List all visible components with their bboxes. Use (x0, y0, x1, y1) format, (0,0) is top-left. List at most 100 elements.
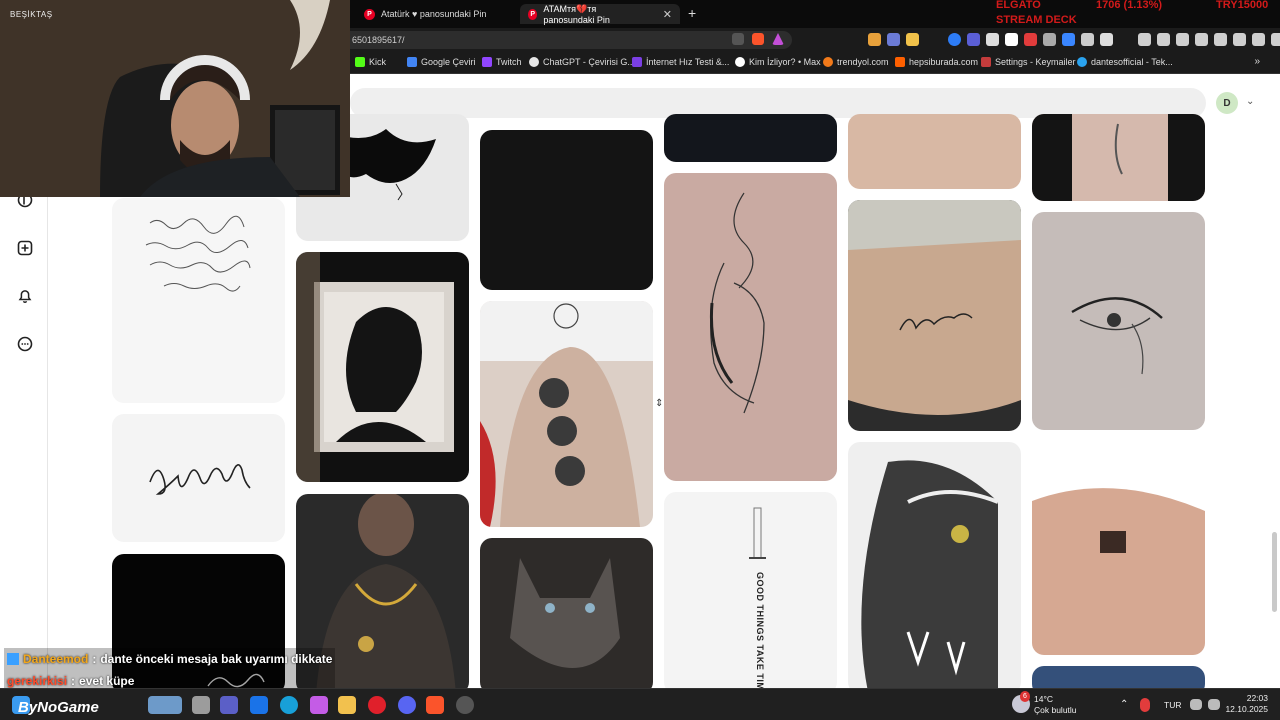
teams-icon[interactable] (220, 696, 238, 714)
search-widget-icon[interactable] (148, 696, 182, 714)
pin-ataturk-stencil-frame[interactable] (296, 252, 469, 482)
vpn-shield-icon[interactable] (967, 33, 980, 46)
bookmark-trendyol[interactable]: trendyol.com (823, 57, 889, 67)
url-field[interactable]: 6501895617/ (340, 31, 792, 49)
pin-tiger-tattoo[interactable] (848, 442, 1021, 694)
pin-ataturk-signature[interactable] (112, 414, 285, 542)
pin-sword-quote-tattoo[interactable]: GOOD THINGS TAKE TIME (664, 492, 837, 694)
pin-wolf-tattoo[interactable] (480, 538, 653, 694)
create-icon[interactable] (16, 239, 34, 257)
fineline-woman-tattoo-image (709, 192, 765, 414)
pin-small-eye-arm-tattoo[interactable] (1032, 441, 1205, 655)
shield-icon[interactable] (1252, 33, 1265, 46)
bookmark-speed-test[interactable]: İnternet Hız Testi &... (632, 57, 729, 67)
bookmark-google-translate[interactable]: Google Çeviri (407, 57, 476, 67)
brave-rewards-icon[interactable] (772, 33, 784, 45)
bookmark-label: Google Çeviri (421, 57, 476, 67)
page-scrollbar[interactable] (1272, 532, 1277, 612)
notifications-icon[interactable] (16, 287, 34, 305)
menu-icon[interactable] (1271, 33, 1280, 46)
portrait-tattoo-image (480, 301, 653, 527)
copilot-icon[interactable] (310, 696, 328, 714)
network-icon[interactable] (1190, 699, 1202, 710)
pinterest-favicon-icon: P (528, 8, 538, 20)
discord-icon[interactable] (398, 696, 416, 714)
hepsiburada-icon (895, 57, 905, 67)
extension-icon[interactable] (1024, 33, 1037, 46)
tab-atam-pin[interactable]: P ATAMтя💔тя panosundaki Pin ✕ (520, 4, 680, 25)
tray-overflow-icon[interactable]: ⌃ (1120, 699, 1128, 710)
leo-ai-icon[interactable] (1233, 33, 1246, 46)
account-menu-chevron-icon[interactable]: ⌄ (1246, 96, 1254, 107)
extension-icon[interactable] (948, 33, 961, 46)
extension-icon[interactable] (1043, 33, 1056, 46)
pin-forearm[interactable] (1032, 114, 1205, 201)
bookmark-label: dantesofficial - Tek... (1091, 57, 1173, 67)
arm-tattoo-image (1032, 488, 1205, 655)
file-explorer-icon[interactable] (338, 696, 356, 714)
weather-temp: 14°C (1034, 694, 1053, 704)
bookmark-hepsiburada[interactable]: hepsiburada.com (895, 57, 978, 67)
resize-cursor-icon: ⇕ (655, 398, 664, 409)
extension-icon[interactable] (986, 33, 999, 46)
task-view-icon[interactable] (192, 696, 210, 714)
bookmark-kick[interactable]: Kick (355, 57, 386, 67)
bookmark-keymailer[interactable]: Settings - Keymailer (981, 57, 1076, 67)
webcam-overlay: BEŞİKTAŞ (0, 0, 350, 197)
extension-icon[interactable] (1005, 33, 1018, 46)
tab-ataturk-pin[interactable]: P Atatürk ♥ panosundaki Pin (356, 4, 516, 24)
telegram-icon (1077, 57, 1087, 67)
clock-date[interactable]: 12.10.2025 (1224, 704, 1268, 715)
sidebar-icon[interactable] (1176, 33, 1189, 46)
bookmark-chatgpt[interactable]: ChatGPT - Çevirisi G... (529, 57, 635, 67)
new-tab-button[interactable]: + (688, 5, 696, 21)
clock-time[interactable]: 22:03 (1232, 693, 1268, 704)
wallet-icon[interactable] (1195, 33, 1208, 46)
edge-icon[interactable] (280, 696, 298, 714)
tab-search-icon[interactable] (1100, 33, 1113, 46)
tab-title: Atatürk ♥ panosundaki Pin (381, 9, 487, 19)
extension-icon[interactable] (868, 33, 881, 46)
cast-icon[interactable] (732, 33, 744, 45)
pin-dark-top[interactable] (664, 114, 837, 162)
pin-handwritten-quote[interactable] (112, 198, 285, 403)
speed-test-icon (632, 57, 642, 67)
bookmark-twitch[interactable]: Twitch (482, 57, 522, 67)
puzzle-icon[interactable] (1081, 33, 1094, 46)
chat-username: gerekirkisi (7, 674, 68, 688)
bookmark-dantesofficial[interactable]: dantesofficial - Tek... (1077, 57, 1173, 67)
brave-browser-icon[interactable] (426, 696, 444, 714)
chat-separator: : (71, 674, 76, 688)
windows-taskbar: 6 14°C Çok bulutlu ⌃ TUR 22:03 12.10.202… (0, 688, 1280, 720)
stream-chat-overlay: Danteemod : dante önceki mesaja bak uyar… (4, 648, 336, 692)
pin-dark-texture[interactable] (480, 130, 653, 290)
input-language[interactable]: TUR (1164, 700, 1181, 711)
close-tab-icon[interactable]: ✕ (663, 8, 672, 21)
extension-icon[interactable] (1062, 33, 1075, 46)
pin-wrist[interactable] (848, 114, 1021, 189)
download-icon[interactable] (1138, 33, 1151, 46)
media-icon[interactable] (1157, 33, 1170, 46)
ticker-goal: TRY15000 (1216, 0, 1269, 11)
obs-icon[interactable] (456, 696, 474, 714)
extension-icon[interactable] (887, 33, 900, 46)
account-avatar[interactable]: D (1216, 92, 1238, 114)
pin-eye-tattoo[interactable] (1032, 212, 1205, 430)
browser-actions (1138, 33, 1280, 46)
stream-ticker: ELGATO 1706 (1.13%) TRY15000 STREAM DECK (990, 0, 1280, 28)
opera-icon[interactable] (368, 696, 386, 714)
pin-three-girls-tattoo[interactable] (480, 301, 653, 527)
more-bookmarks-button[interactable]: » (1254, 56, 1260, 67)
messages-icon[interactable] (16, 335, 34, 353)
brave-shields-icon[interactable] (752, 33, 764, 45)
pin-smoking-woman-tattoo[interactable] (664, 173, 837, 481)
pin-signature-arm-tattoo[interactable] (848, 200, 1021, 431)
vpn-icon[interactable] (1214, 33, 1227, 46)
chat-separator: : (92, 652, 97, 666)
bookmark-max[interactable]: Kim İzliyor? • Max (735, 57, 821, 67)
extension-icon[interactable] (906, 33, 919, 46)
bookmark-label: ChatGPT - Çevirisi G... (543, 57, 635, 67)
outlook-icon[interactable] (250, 696, 268, 714)
volume-icon[interactable] (1208, 699, 1220, 710)
microphone-icon[interactable] (1140, 698, 1150, 712)
